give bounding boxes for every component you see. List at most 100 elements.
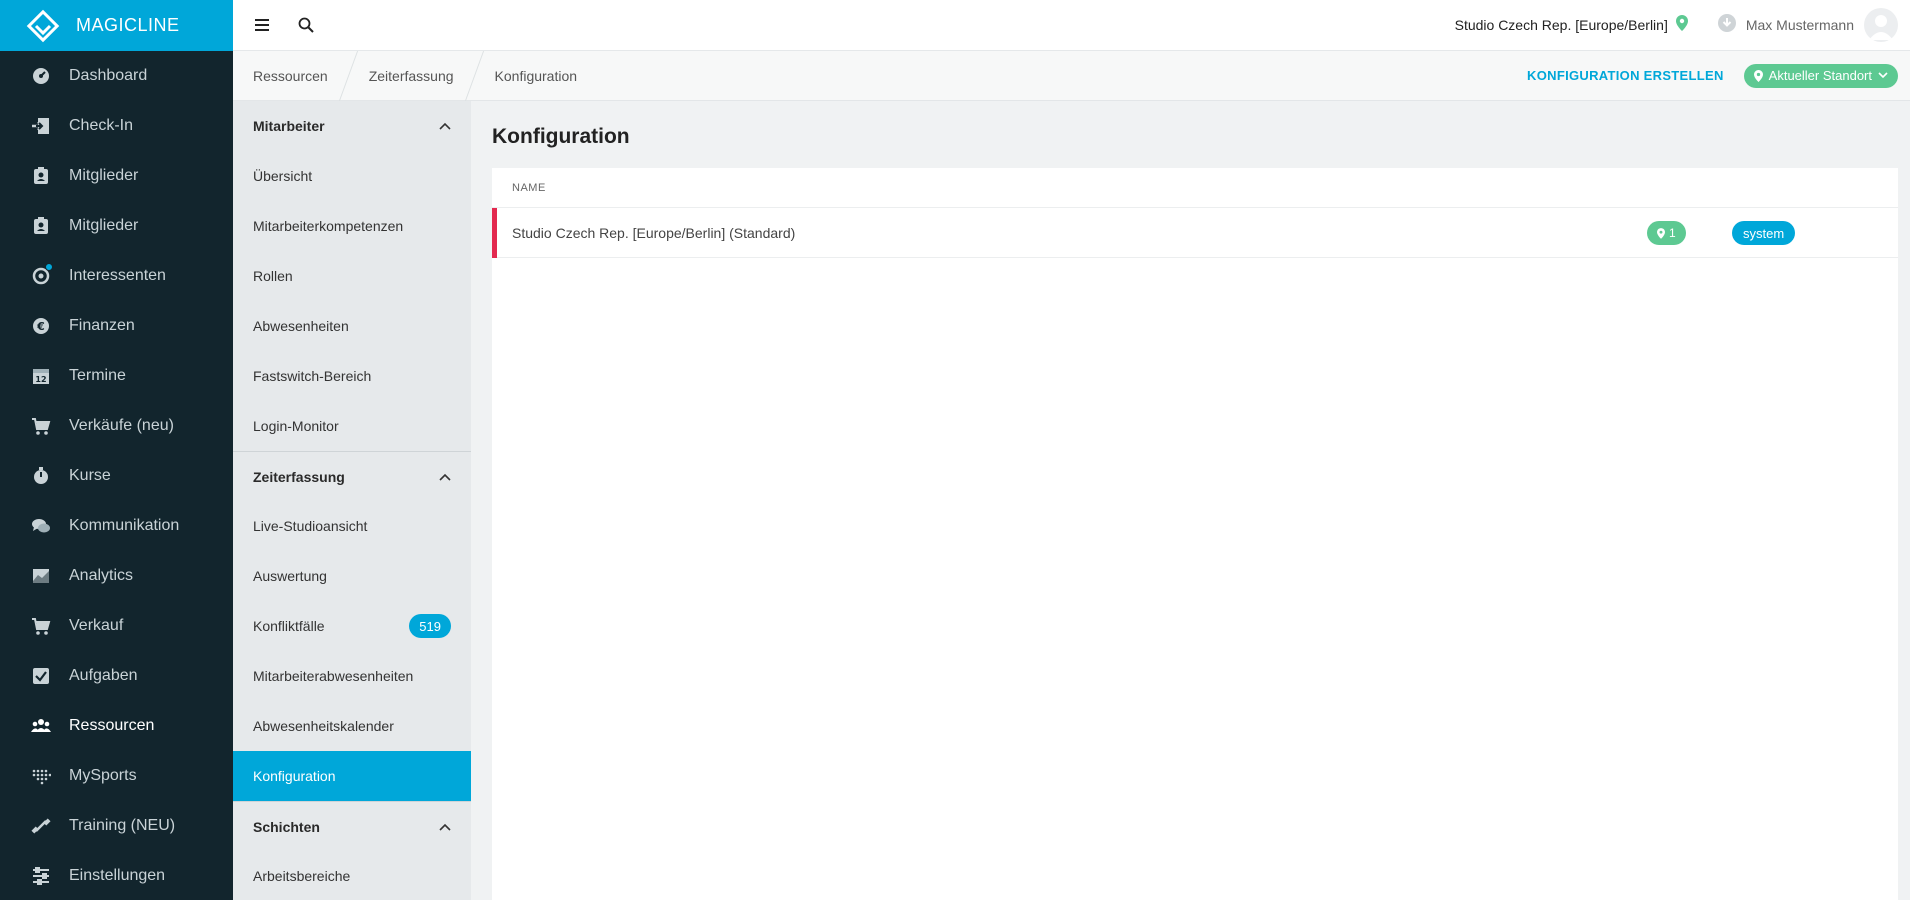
dots-grid-icon (30, 765, 52, 787)
members-icon (30, 215, 52, 237)
configuration-name: Studio Czech Rep. [Europe/Berlin] (Stand… (512, 224, 796, 241)
subnav-item-auswertung[interactable]: Auswertung (233, 551, 471, 601)
subnav-item-uebersicht[interactable]: Übersicht (233, 151, 471, 201)
nav-item-check-in[interactable]: Check-In (0, 101, 233, 151)
nav-item-interessenten[interactable]: Interessenten (0, 251, 233, 301)
nav-item-label: Check-In (69, 117, 134, 134)
sliders-icon (30, 865, 52, 887)
chevron-up-icon (439, 122, 451, 130)
brand-name: MAGICLINE (76, 15, 180, 35)
column-header-name[interactable]: NAME (512, 182, 546, 194)
svg-text:12: 12 (35, 375, 46, 384)
subnav-item-konfiguration[interactable]: Konfiguration (233, 751, 471, 801)
avatar[interactable] (1864, 8, 1898, 42)
user-name[interactable]: Max Mustermann (1746, 17, 1854, 33)
subnav-item-label: Konfliktfälle (253, 618, 325, 634)
prospects-icon (30, 263, 53, 287)
nav-item-ressourcen[interactable]: Ressourcen (0, 701, 233, 751)
dashboard-icon (30, 65, 52, 87)
dumbbell-icon (30, 815, 52, 837)
magicline-logo-icon (26, 9, 60, 43)
cart-icon (30, 415, 52, 437)
subnav-group-mitarbeiter[interactable]: Mitarbeiter (233, 101, 471, 151)
nav-item-label: MySports (69, 767, 137, 784)
chevron-down-icon (1878, 72, 1888, 79)
nav-item-dashboard[interactable]: Dashboard (0, 51, 233, 101)
subnav-item-login-monitor[interactable]: Login-Monitor (233, 401, 471, 451)
nav-item-label: Einstellungen (69, 867, 166, 884)
nav-item-kommunikation[interactable]: Kommunikation (0, 501, 233, 551)
subnav-group-title: Zeiterfassung (253, 468, 345, 485)
checkbox-icon (30, 665, 52, 687)
topbar-right: Studio Czech Rep. [Europe/Berlin] Max Mu… (1455, 8, 1910, 42)
location-count-badge: 1 (1647, 221, 1686, 245)
subnav-item-abwesenheitskalender[interactable]: Abwesenheitskalender (233, 701, 471, 751)
breadcrumb-item-konfiguration[interactable]: Konfiguration (475, 51, 598, 101)
map-pin-icon (1675, 14, 1688, 36)
svg-text:€: € (36, 320, 45, 333)
chevron-up-icon (439, 473, 451, 481)
nav-item-training-neu[interactable]: Training (NEU) (0, 801, 233, 851)
subnav-item-live-studioansicht[interactable]: Live-Studioansicht (233, 501, 471, 551)
subnav-item-label: Übersicht (253, 168, 313, 184)
map-pin-icon (1753, 69, 1763, 82)
current-location-dropdown[interactable]: Aktueller Standort (1743, 63, 1898, 88)
subnav-item-mitarbeiterabwesenheiten[interactable]: Mitarbeiterabwesenheiten (233, 651, 471, 701)
nav-item-label: Kommunikation (69, 517, 180, 534)
subnav-item-label: Mitarbeiterkompetenzen (253, 218, 404, 234)
nav-item-finanzen[interactable]: € Finanzen (0, 301, 233, 351)
subnav-item-konfliktfaelle[interactable]: Konfliktfälle 519 (233, 601, 471, 651)
brand-header[interactable]: MAGICLINE (0, 0, 233, 51)
subnav-item-label: Mitarbeiterabwesenheiten (253, 668, 414, 684)
location-count: 1 (1669, 226, 1676, 240)
nav-item-label: Aufgaben (69, 667, 138, 684)
subnav-group-title: Mitarbeiter (253, 118, 325, 134)
nav-item-label: Mitglieder (69, 167, 139, 184)
breadcrumb-item-ressourcen[interactable]: Ressourcen (233, 51, 348, 101)
download-icon[interactable] (1717, 13, 1736, 37)
cart-icon (30, 615, 52, 637)
nav-item-mysports[interactable]: MySports (0, 751, 233, 801)
subnav-group-schichten[interactable]: Schichten (233, 801, 471, 851)
check-in-icon (30, 115, 52, 137)
euro-icon: € (30, 315, 52, 337)
create-configuration-button[interactable]: KONFIGURATION ERSTELLEN (1527, 68, 1724, 83)
subnav-item-mitarbeiterkompetenzen[interactable]: Mitarbeiterkompetenzen (233, 201, 471, 251)
subnav-item-label: Login-Monitor (253, 418, 339, 434)
nav-item-label: Verkäufe (neu) (69, 417, 174, 434)
breadcrumb-item-zeiterfassung[interactable]: Zeiterfassung (349, 51, 474, 101)
table-row[interactable]: Studio Czech Rep. [Europe/Berlin] (Stand… (492, 207, 1898, 258)
subnav-item-label: Abwesenheiten (253, 318, 349, 334)
nav-item-verkauf[interactable]: Verkauf (0, 601, 233, 651)
subnav-item-abwesenheiten[interactable]: Abwesenheiten (233, 301, 471, 351)
system-tag-badge: system (1732, 221, 1796, 245)
studio-name[interactable]: Studio Czech Rep. [Europe/Berlin] (1455, 17, 1668, 33)
nav-item-termine[interactable]: 12 Termine (0, 351, 233, 401)
chart-icon (30, 565, 52, 587)
subnav-item-arbeitsbereiche[interactable]: Arbeitsbereiche (233, 851, 471, 900)
hamburger-menu-icon[interactable] (251, 14, 273, 36)
nav-item-aufgaben[interactable]: Aufgaben (0, 651, 233, 701)
nav-item-label: Training (NEU) (69, 817, 176, 834)
nav-item-label: Ressourcen (69, 717, 155, 734)
nav-item-mitglieder[interactable]: Mitglieder (0, 151, 233, 201)
stopwatch-icon (30, 465, 52, 487)
nav-item-einstellungen[interactable]: Einstellungen (0, 851, 233, 900)
nav-item-analytics[interactable]: Analytics (0, 551, 233, 601)
nav-item-kurse[interactable]: Kurse (0, 451, 233, 501)
sub-navigation: Mitarbeiter Übersicht Mitarbeiterkompete… (233, 101, 471, 900)
subnav-item-rollen[interactable]: Rollen (233, 251, 471, 301)
nav-item-mitglieder-2[interactable]: Mitglieder (0, 201, 233, 251)
nav-item-verkaeufe-neu[interactable]: Verkäufe (neu) (0, 401, 233, 451)
subnav-item-label: Arbeitsbereiche (253, 868, 351, 884)
subnav-item-label: Auswertung (253, 568, 327, 584)
subnav-item-fastswitch-bereich[interactable]: Fastswitch-Bereich (233, 351, 471, 401)
subnav-item-label: Live-Studioansicht (253, 518, 368, 534)
subnav-group-zeiterfassung[interactable]: Zeiterfassung (233, 451, 471, 501)
nav-item-label: Finanzen (69, 317, 135, 334)
members-icon (30, 165, 52, 187)
main-content: Konfiguration NAME Studio Czech Rep. [Eu… (471, 101, 1910, 900)
calendar-icon: 12 (30, 365, 52, 387)
search-icon[interactable] (295, 14, 317, 36)
nav-item-label: Kurse (69, 467, 111, 484)
